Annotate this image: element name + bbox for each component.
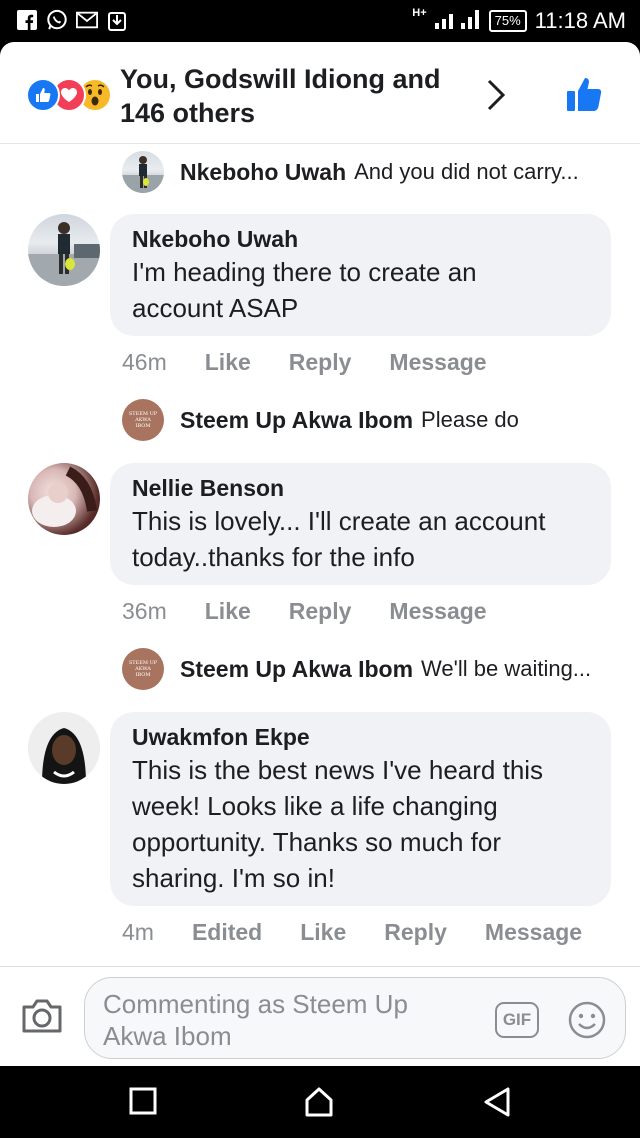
avatar[interactable] bbox=[28, 463, 100, 535]
page-avatar[interactable]: STEEM UP AKWA IBOM bbox=[122, 399, 164, 441]
comment-time: 46m bbox=[122, 348, 167, 375]
reply-preview[interactable]: Nkeboho Uwah And you did not carry... bbox=[122, 150, 622, 194]
comment-text-line: sharing. I'm so in! bbox=[132, 863, 335, 893]
notification-icons bbox=[16, 8, 128, 32]
comments-screen: You, Godswill Idiong and 146 others Nkeb… bbox=[0, 42, 640, 1066]
comment-text-line: This is the best news I've heard this bbox=[132, 755, 544, 785]
battery-indicator: 75% bbox=[488, 10, 527, 32]
placeholder-line: Akwa Ibom bbox=[103, 1021, 232, 1051]
reply-snippet: And you did not carry... bbox=[354, 159, 579, 184]
comment-actions: 36m Like Reply Message bbox=[122, 596, 525, 626]
emoji-icon[interactable] bbox=[567, 1000, 607, 1045]
status-bar: H+ 75% 11:18 AM bbox=[0, 0, 640, 42]
comment-composer: Commenting as Steem Up Akwa Ibom GIF bbox=[0, 966, 640, 1066]
like-link[interactable]: Like bbox=[205, 598, 251, 625]
comment-input[interactable]: Commenting as Steem Up Akwa Ibom GIF bbox=[84, 977, 626, 1059]
system-nav-bar bbox=[0, 1066, 640, 1138]
reply-link[interactable]: Reply bbox=[289, 598, 352, 625]
chevron-right-icon[interactable] bbox=[484, 78, 508, 117]
like-button-icon[interactable] bbox=[564, 74, 604, 119]
like-link[interactable]: Like bbox=[205, 349, 251, 376]
reaction-icons bbox=[26, 78, 116, 114]
comment-actions: 46m Like Reply Message bbox=[122, 347, 525, 377]
download-icon bbox=[106, 8, 128, 32]
reply-link[interactable]: Reply bbox=[384, 919, 447, 946]
camera-icon[interactable] bbox=[20, 997, 64, 1040]
comment-text-line: week! Looks like a life changing bbox=[132, 791, 498, 821]
comment-text-line: opportunity. Thanks so much for bbox=[132, 827, 502, 857]
comment-text-line: I'm heading there to create an bbox=[132, 257, 477, 287]
edited-label[interactable]: Edited bbox=[192, 919, 262, 946]
comment-bubble[interactable]: Uwakmfon Ekpe This is the best news I've… bbox=[110, 712, 611, 906]
like-reaction-icon bbox=[26, 78, 60, 112]
message-link[interactable]: Message bbox=[389, 598, 486, 625]
back-button[interactable] bbox=[482, 1086, 512, 1123]
comment-time: 4m bbox=[122, 918, 154, 945]
comment-bubble[interactable]: Nkeboho Uwah I'm heading there to create… bbox=[110, 214, 611, 336]
comment-text-line: account ASAP bbox=[132, 293, 299, 323]
comment-bubble[interactable]: Nellie Benson This is lovely... I'll cre… bbox=[110, 463, 611, 585]
avatar[interactable] bbox=[28, 712, 100, 784]
reactions-summary[interactable]: You, Godswill Idiong and 146 others bbox=[120, 62, 460, 130]
recents-button[interactable] bbox=[128, 1086, 158, 1121]
avatar[interactable] bbox=[28, 214, 100, 286]
gmail-icon bbox=[76, 8, 98, 32]
clock: 11:18 AM bbox=[534, 8, 626, 33]
like-link[interactable]: Like bbox=[300, 919, 346, 946]
reply-author[interactable]: Nkeboho Uwah bbox=[180, 159, 346, 186]
reactions-bar[interactable]: You, Godswill Idiong and 146 others bbox=[0, 42, 640, 144]
reply-link[interactable]: Reply bbox=[289, 349, 352, 376]
reply-author[interactable]: Steem Up Akwa Ibom bbox=[180, 407, 413, 434]
page-avatar[interactable]: STEEM UP AKWA IBOM bbox=[122, 648, 164, 690]
comment-text-line: today..thanks for the info bbox=[132, 542, 415, 572]
comment-placeholder: Commenting as Steem Up Akwa Ibom bbox=[103, 988, 463, 1052]
comment-author[interactable]: Uwakmfon Ekpe bbox=[132, 722, 589, 752]
gif-button[interactable]: GIF bbox=[495, 1002, 539, 1038]
comment-text-line: This is lovely... I'll create an account bbox=[132, 506, 546, 536]
reply-preview[interactable]: STEEM UP AKWA IBOM Steem Up Akwa Ibom We… bbox=[122, 647, 622, 691]
reply-author[interactable]: Steem Up Akwa Ibom bbox=[180, 656, 413, 683]
comment-author[interactable]: Nellie Benson bbox=[132, 473, 589, 503]
comment-author[interactable]: Nkeboho Uwah bbox=[132, 224, 589, 254]
message-link[interactable]: Message bbox=[485, 919, 582, 946]
comment-actions: 4m Edited Like Reply Message bbox=[122, 917, 620, 947]
whatsapp-icon bbox=[46, 8, 68, 32]
status-right: H+ 75% 11:18 AM bbox=[412, 7, 626, 35]
reply-snippet: We'll be waiting... bbox=[421, 656, 592, 681]
comment-time: 36m bbox=[122, 597, 167, 624]
page-avatar-text: STEEM UP AKWA IBOM bbox=[128, 411, 158, 429]
page-avatar-text: STEEM UP AKWA IBOM bbox=[128, 660, 158, 678]
reply-snippet: Please do bbox=[421, 407, 519, 432]
message-link[interactable]: Message bbox=[389, 349, 486, 376]
network-type: H+ bbox=[412, 7, 427, 19]
home-button[interactable] bbox=[303, 1086, 335, 1123]
placeholder-line: Commenting as Steem Up bbox=[103, 989, 408, 1019]
reply-preview[interactable]: STEEM UP AKWA IBOM Steem Up Akwa Ibom Pl… bbox=[122, 398, 622, 442]
facebook-icon bbox=[16, 8, 38, 32]
avatar[interactable] bbox=[122, 151, 164, 193]
signal-icon bbox=[434, 7, 481, 35]
